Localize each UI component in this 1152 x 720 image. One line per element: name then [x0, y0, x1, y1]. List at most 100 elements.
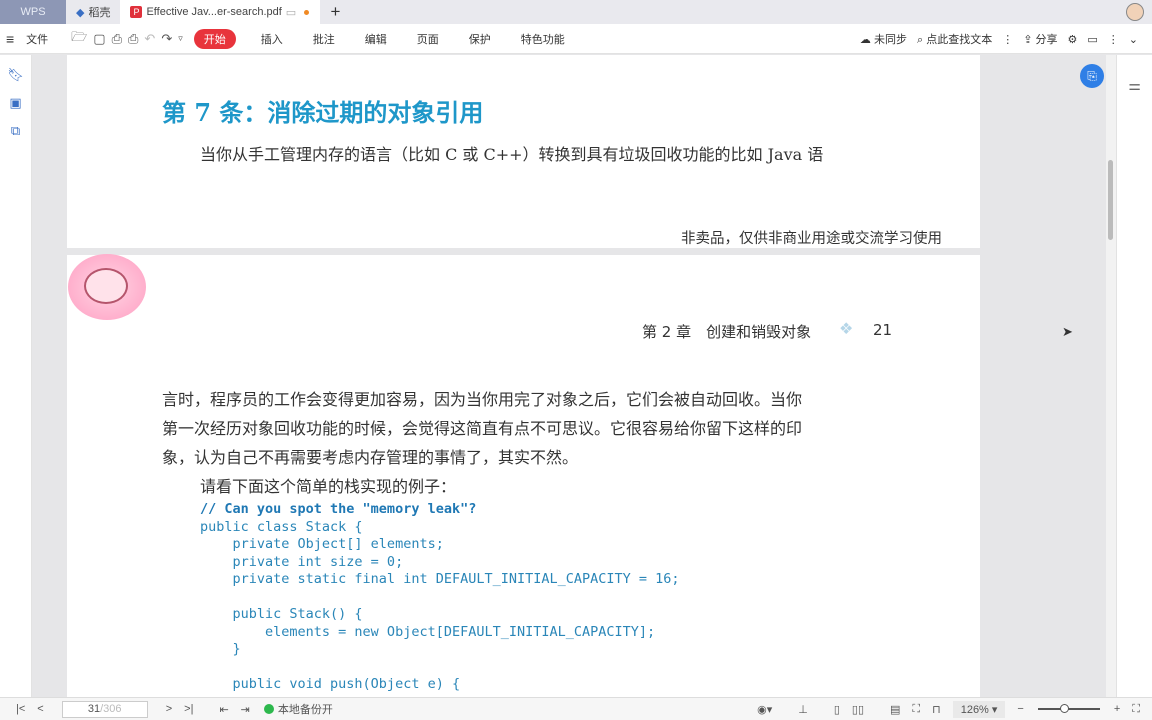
save-icon[interactable]: ▢	[90, 31, 108, 47]
chevron-down-icon[interactable]: ⌄	[1129, 33, 1138, 46]
backup-label: 本地备份开	[277, 704, 333, 716]
more-icon[interactable]: ⋮	[1002, 33, 1013, 46]
zoom-level-select[interactable]: 126% ▾	[952, 700, 1006, 718]
search-label: 点此查找文本	[926, 34, 993, 46]
paragraph-line: 第一次经历对象回收功能的时候，会觉得这简直有点不可思议。它很容易给你留下这样的印	[162, 419, 803, 438]
open-icon[interactable]: 🗁	[68, 28, 90, 50]
tab-page[interactable]: 页面	[402, 31, 454, 47]
search-button[interactable]: ⌕ 点此查找文本	[917, 31, 992, 47]
pdf-page: 第 7 条：消除过期的对象引用 当你从手工管理内存的语言（比如 C 或 C++）…	[67, 55, 980, 248]
forward-icon[interactable]: ⇥	[235, 703, 256, 716]
header-ornament-icon: ❖	[839, 321, 854, 338]
menu-icon: ≡	[6, 30, 15, 47]
first-page-icon[interactable]: |<	[10, 703, 31, 715]
section-title: 第 7 条：消除过期的对象引用	[162, 98, 484, 127]
total-pages: /306	[100, 703, 122, 715]
monitor-icon: ▭	[285, 6, 297, 19]
new-tab-button[interactable]: +	[320, 0, 350, 24]
code-line: public void push(Object e) {	[200, 676, 461, 692]
zoom-slider-handle[interactable]	[1059, 704, 1069, 713]
print-preview-icon[interactable]: ⎙	[125, 31, 141, 47]
share-button[interactable]: ⇪ 分享	[1023, 31, 1057, 47]
next-page-icon[interactable]: >	[160, 703, 178, 715]
thumbnail-icon[interactable]: ▣	[0, 89, 31, 117]
file-label: 文件	[26, 33, 49, 46]
search-icon: ⌕	[916, 34, 924, 46]
tab-label: Effective Jav...er-search.pdf	[146, 6, 282, 18]
current-page: 31	[87, 703, 101, 715]
tab-annotate[interactable]: 批注	[298, 31, 350, 47]
scrollbar-thumb[interactable]	[1108, 160, 1113, 240]
fit-page-icon[interactable]: ⛶	[906, 703, 926, 716]
bookmark-icon[interactable]: 🔖︎	[0, 61, 31, 89]
redo-icon[interactable]: ↷	[158, 31, 175, 47]
backup-icon	[263, 704, 274, 714]
more-dropdown-icon[interactable]: ▿	[175, 33, 186, 44]
tab-label: 稻壳	[88, 7, 111, 19]
paragraph-line: 请看下面这个简单的栈实现的例子：	[200, 477, 457, 496]
comment-icon[interactable]: ▭	[1087, 33, 1097, 46]
tab-features[interactable]: 特色功能	[506, 31, 580, 47]
back-icon[interactable]: ⇤	[213, 703, 234, 716]
tab-document[interactable]: P Effective Jav...er-search.pdf ▭	[120, 0, 321, 24]
double-page-icon[interactable]: ▯▯	[846, 703, 870, 716]
single-page-icon[interactable]: ▯	[828, 703, 846, 716]
gear-icon[interactable]: ⚙	[1068, 33, 1078, 46]
code-comment: // Can you spot the "memory leak"?	[200, 501, 477, 517]
backup-status[interactable]: 本地备份开	[263, 701, 333, 717]
fit-height-icon[interactable]: ⊥	[792, 703, 814, 716]
right-panel: ⚌	[1116, 55, 1152, 697]
tab-daoke[interactable]: ◆ 稻壳	[66, 0, 120, 24]
code-line: private static final int DEFAULT_INITIAL…	[200, 571, 680, 587]
eye-icon[interactable]: ◉▾	[751, 703, 778, 716]
print-icon[interactable]: ⎙	[109, 31, 125, 47]
fullscreen-icon[interactable]: ⛶	[1126, 703, 1146, 716]
code-line: public Stack() {	[200, 606, 363, 622]
fit-width-icon[interactable]: ⊓	[926, 703, 947, 716]
tab-protect[interactable]: 保护	[454, 31, 506, 47]
find-icon[interactable]: ⧉	[0, 117, 31, 145]
sync-label: 未同步	[873, 34, 907, 46]
code-line: private int size = 0;	[200, 553, 404, 570]
prev-page-icon[interactable]: <	[31, 703, 49, 715]
share-label: 分享	[1035, 34, 1058, 46]
file-menu[interactable]: ≡ 文件	[0, 31, 54, 47]
avatar[interactable]	[1126, 3, 1144, 21]
zoom-in-icon[interactable]: +	[1108, 703, 1126, 715]
pdf-page: 第 2 章 创建和销毁对象 ❖ 21 言时，程序员的工作会变得更加容易，因为当你…	[67, 255, 980, 697]
unsaved-dot	[304, 9, 310, 15]
paragraph-line: 当你从手工管理内存的语言（比如 C 或 C++）转换到具有垃圾回收功能的比如 J…	[200, 145, 824, 164]
status-bar: |< < 31/306 > >| ⇤ ⇥ 本地备份开 ◉▾ ⊥ ▯ ▯▯ ▤ ⛶…	[0, 697, 1152, 720]
chapter-header: 第 2 章 创建和销毁对象	[642, 323, 812, 341]
zoom-out-icon[interactable]: −	[1011, 703, 1029, 715]
code-block: // Can you spot the "memory leak"? public…	[200, 501, 680, 694]
page-footer: 非卖品，仅供非商业用途或交流学习使用	[681, 231, 942, 247]
more-options-icon[interactable]: ⋮	[1108, 33, 1119, 46]
pdf-icon: P	[130, 6, 143, 18]
tab-insert[interactable]: 插入	[246, 31, 298, 47]
tab-wps[interactable]: WPS	[0, 0, 66, 24]
page-input[interactable]: 31/306	[61, 700, 148, 718]
sticker-image	[68, 254, 146, 320]
code-line: public class Stack {	[200, 518, 363, 535]
continuous-icon[interactable]: ▤	[884, 703, 906, 716]
cloud-icon: ☁	[859, 34, 871, 46]
settings-sliders-icon[interactable]: ⚌	[1128, 77, 1141, 93]
tab-edit[interactable]: 编辑	[350, 31, 402, 47]
paragraph-line: 言时，程序员的工作会变得更加容易，因为当你用完了对象之后，它们会被自动回收。当你	[162, 390, 803, 409]
last-page-icon[interactable]: >|	[178, 703, 199, 715]
zoom-level: 126%	[960, 703, 989, 716]
undo-icon[interactable]: ↶	[141, 31, 158, 47]
vertical-scrollbar[interactable]	[1106, 55, 1116, 697]
zoom-slider[interactable]	[1037, 704, 1100, 713]
tab-bar: WPS ◆ 稻壳 P Effective Jav...er-search.pdf ▭ …	[0, 0, 1152, 24]
paragraph-line: 象，认为自己不再需要考虑内存管理的事情了，其实不然。	[162, 448, 579, 467]
tab-start[interactable]: 开始	[193, 28, 236, 49]
code-line: elements = new Object[DEFAULT_INITIAL_CA…	[200, 623, 656, 640]
sync-button[interactable]: ☁ 未同步	[860, 31, 907, 47]
toolbar: ≡ 文件 🗁 ▢ ⎙ ⎙ ↶ ↷ ▿ 开始 插入 批注 编辑 页面 保护 特色功能…	[0, 24, 1152, 54]
left-sidebar: 🔖︎ ▣ ⧉	[0, 55, 32, 697]
floating-tool-button[interactable]: ⎘	[1080, 64, 1104, 88]
